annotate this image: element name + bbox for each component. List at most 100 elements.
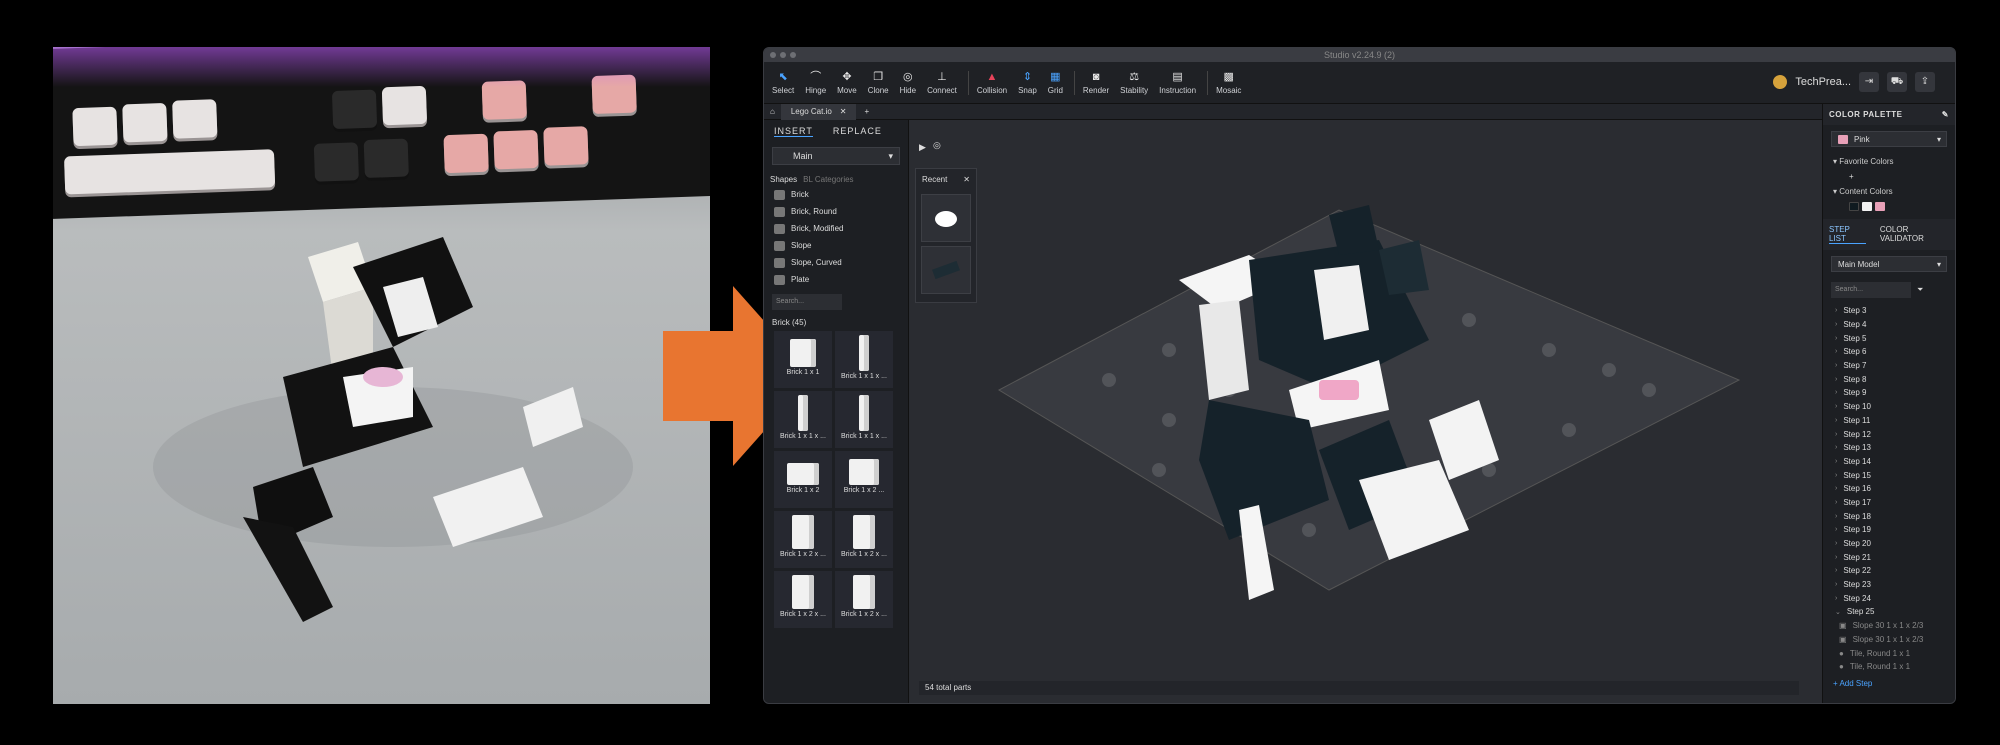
step-part[interactable]: ▣ Slope 30 1 x 1 x 2/3	[1835, 619, 1943, 633]
eyedropper-icon[interactable]: ✎	[1942, 110, 1949, 119]
select-tool[interactable]: ⬉ Select	[772, 71, 794, 95]
parts-search-input[interactable]: Search...	[772, 294, 842, 310]
part-tile[interactable]: Brick 1 x 2 x ...	[835, 571, 893, 628]
part-tile[interactable]: Brick 1 x 2 x ...	[774, 511, 832, 568]
step-item[interactable]: › Step 13	[1835, 441, 1943, 455]
favorite-colors[interactable]: ▾ Favorite Colors	[1823, 153, 1955, 170]
avatar[interactable]	[1773, 75, 1788, 89]
instruction-tool[interactable]: ▤ Instruction	[1159, 71, 1196, 95]
username[interactable]: TechPrea...	[1795, 76, 1851, 88]
step-item[interactable]: › Step 14	[1835, 455, 1943, 469]
palette-dropdown[interactable]: Main	[772, 147, 900, 165]
mosaic-tool[interactable]: ▩ Mosaic	[1216, 71, 1241, 95]
part-tile[interactable]: Brick 1 x 1 x ...	[835, 391, 893, 448]
shape-item[interactable]: Slope, Curved	[764, 254, 908, 271]
hide-tool[interactable]: ◎ Hide	[900, 71, 916, 95]
step-item[interactable]: › Step 15	[1835, 468, 1943, 482]
user-area: TechPrea... ⇥ ⛟ ⇪	[1773, 72, 1935, 92]
hide-icon: ◎	[903, 70, 913, 83]
clone-icon: ❐	[873, 70, 884, 83]
cart-icon[interactable]: ⛟	[1887, 72, 1907, 92]
step-item[interactable]: › Step 20	[1835, 537, 1943, 551]
step-item[interactable]: › Step 19	[1835, 523, 1943, 537]
model-select[interactable]: Main Model	[1831, 256, 1947, 272]
connect-icon: ⊥	[937, 70, 947, 83]
step-item[interactable]: › Step 17	[1835, 496, 1943, 510]
snap-tool[interactable]: ⇕ Snap	[1018, 71, 1037, 95]
move-tool[interactable]: ✥ Move	[837, 71, 857, 95]
step-item[interactable]: › Step 4	[1835, 318, 1943, 332]
hinge-tool[interactable]: ⌒ Hinge	[805, 71, 826, 95]
tab-shapes[interactable]: Shapes	[770, 175, 797, 184]
step-search-input[interactable]: Search...	[1831, 282, 1911, 298]
hinge-icon: ⌒	[810, 70, 822, 83]
close-icon[interactable]: ✕	[840, 104, 847, 120]
shape-item[interactable]: Brick, Modified	[764, 220, 908, 237]
connect-tool[interactable]: ⊥ Connect	[927, 71, 957, 95]
tab-step-list[interactable]: STEP LIST	[1829, 225, 1866, 244]
part-tile[interactable]: Brick 1 x 2 ...	[835, 451, 893, 508]
color-select[interactable]: Pink	[1831, 131, 1947, 147]
step-item[interactable]: › Step 23	[1835, 578, 1943, 592]
step-item[interactable]: › Step 18	[1835, 509, 1943, 523]
add-step-button[interactable]: + Add Step	[1823, 676, 1955, 691]
step-item[interactable]: ⌄ Step 25	[1835, 605, 1943, 619]
tab-lego-cat[interactable]: Lego Cat.io ✕	[780, 103, 857, 120]
color-chip[interactable]	[1862, 202, 1872, 211]
stability-tool[interactable]: ⚖ Stability	[1120, 71, 1148, 95]
3d-viewport[interactable]: ▶ ◎ Recent ✕ 54 total parts	[909, 120, 1811, 703]
snap-icon: ⇕	[1022, 70, 1033, 83]
step-part[interactable]: ▣ Slope 30 1 x 1 x 2/3	[1835, 633, 1943, 647]
clone-tool[interactable]: ❐ Clone	[868, 71, 889, 95]
export-icon[interactable]: ⇥	[1859, 72, 1879, 92]
step-item[interactable]: › Step 9	[1835, 386, 1943, 400]
color-chip[interactable]	[1849, 202, 1859, 211]
shape-item[interactable]: Slope	[764, 237, 908, 254]
recent-part[interactable]	[921, 194, 971, 242]
part-tile[interactable]: Brick 1 x 1 x ...	[835, 331, 893, 388]
shape-item[interactable]: Plate	[764, 271, 908, 288]
recent-part[interactable]	[921, 246, 971, 294]
shape-item[interactable]: Brick	[764, 186, 908, 203]
part-tile[interactable]: Brick 1 x 2 x ...	[835, 511, 893, 568]
step-item[interactable]: › Step 7	[1835, 359, 1943, 373]
step-part[interactable]: ● Tile, Round 1 x 1	[1835, 646, 1943, 660]
step-item[interactable]: › Step 21	[1835, 550, 1943, 564]
color-chip[interactable]	[1875, 202, 1885, 211]
home-icon[interactable]: ⌂	[770, 107, 775, 116]
camera-icon: ◙	[1092, 70, 1100, 83]
add-favorite-icon[interactable]: +	[1849, 172, 1854, 181]
part-tile[interactable]: Brick 1 x 2	[774, 451, 832, 508]
grid-icon: ▦	[1050, 70, 1061, 83]
collision-icon: ▲	[986, 70, 998, 83]
instruction-icon: ▤	[1172, 70, 1183, 83]
step-item[interactable]: › Step 10	[1835, 400, 1943, 414]
step-item[interactable]: › Step 3	[1835, 304, 1943, 318]
step-item[interactable]: › Step 8	[1835, 372, 1943, 386]
studio-window: Studio v2.24.9 (2) ⬉ Select ⌒ Hinge ✥ Move …	[763, 47, 1956, 704]
content-colors[interactable]: ▾ Content Colors	[1823, 183, 1955, 200]
step-item[interactable]: › Step 5	[1835, 331, 1943, 345]
step-item[interactable]: › Step 11	[1835, 414, 1943, 428]
step-item[interactable]: › Step 6	[1835, 345, 1943, 359]
filter-icon[interactable]: ⏷	[1917, 285, 1923, 295]
step-part[interactable]: ● Tile, Round 1 x 1	[1835, 660, 1943, 674]
part-tile[interactable]: Brick 1 x 1 x ...	[774, 391, 832, 448]
part-tile[interactable]: Brick 1 x 2 x ...	[774, 571, 832, 628]
tab-insert[interactable]: INSERT	[774, 126, 813, 137]
add-tab-icon[interactable]: +	[864, 107, 869, 116]
step-item[interactable]: › Step 24	[1835, 591, 1943, 605]
step-item[interactable]: › Step 16	[1835, 482, 1943, 496]
shape-item[interactable]: Brick, Round	[764, 203, 908, 220]
step-item[interactable]: › Step 12	[1835, 427, 1943, 441]
part-tile[interactable]: Brick 1 x 1	[774, 331, 832, 388]
tab-bl-categories[interactable]: BL Categories	[803, 175, 853, 184]
tab-color-validator[interactable]: COLOR VALIDATOR	[1880, 225, 1949, 244]
close-icon[interactable]: ✕	[963, 175, 970, 184]
upload-icon[interactable]: ⇪	[1915, 72, 1935, 92]
tab-replace[interactable]: REPLACE	[833, 126, 882, 137]
render-tool[interactable]: ◙ Render	[1083, 71, 1109, 95]
step-item[interactable]: › Step 22	[1835, 564, 1943, 578]
collision-tool[interactable]: ▲ Collision	[977, 71, 1007, 95]
grid-tool[interactable]: ▦ Grid	[1048, 71, 1063, 95]
